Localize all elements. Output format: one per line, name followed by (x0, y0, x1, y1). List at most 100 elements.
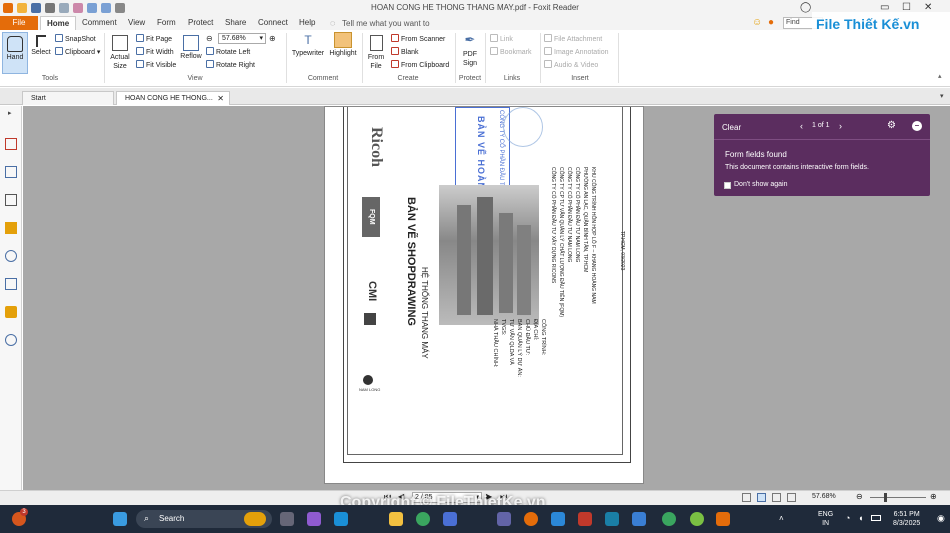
tab-connect[interactable]: Connect (252, 16, 294, 30)
clear-button[interactable]: Clear (722, 123, 741, 132)
taskbar-search[interactable]: ⌕ Search (136, 510, 272, 528)
layers-icon[interactable] (5, 194, 17, 206)
rotate-left-button[interactable]: Rotate Left (206, 47, 250, 56)
collapse-ribbon-icon[interactable]: ▴ (938, 72, 942, 80)
battery-icon[interactable] (871, 515, 881, 521)
tray-chevron-icon[interactable]: ˄ (779, 514, 784, 523)
image-annotation-button[interactable]: Image Annotation (544, 47, 609, 56)
tab-comment[interactable]: Comment (76, 16, 123, 30)
tab-home[interactable]: Home (40, 16, 77, 30)
foxit-taskbar-icon[interactable] (716, 512, 730, 526)
clock[interactable]: 6:51 PM 8/3/2025 (893, 510, 920, 528)
settings-gear-icon[interactable]: ⚙ (887, 120, 896, 131)
doc-tab-start[interactable]: Start (22, 91, 114, 105)
audio-video-button[interactable]: Audio & Video (544, 60, 598, 69)
from-scanner-button[interactable]: From Scanner (391, 34, 445, 43)
expand-sidebar-icon[interactable]: ▸ (8, 109, 12, 117)
teams-icon[interactable] (497, 512, 511, 526)
smiley-icon[interactable]: ☺ (752, 17, 762, 28)
doc-tab-current[interactable]: HOAN CONG HE THONG... ✕ (116, 91, 230, 105)
single-page-view-icon[interactable] (742, 493, 751, 502)
select-button[interactable]: Select (30, 32, 52, 56)
close-tab-icon[interactable]: ✕ (217, 92, 224, 105)
app-icon-4[interactable] (632, 512, 646, 526)
typewriter-button[interactable]: T Typewriter (290, 32, 326, 57)
chrome-icon[interactable] (416, 512, 430, 526)
link-label: Link (500, 36, 513, 43)
from-clipboard-button[interactable]: From Clipboard (391, 60, 449, 69)
tab-help[interactable]: Help (293, 16, 321, 30)
app-icon-1[interactable] (551, 512, 565, 526)
zoom-select[interactable]: 57.68% ▾ (218, 33, 266, 44)
link-button[interactable]: Link (490, 34, 513, 43)
fit-width-button[interactable]: Fit Width (136, 47, 174, 56)
zoom-out-status-icon[interactable]: ⊖ (856, 492, 863, 501)
next-notice-icon[interactable]: › (839, 121, 842, 131)
cover-view-icon[interactable] (787, 493, 796, 502)
fit-page-button[interactable]: Fit Page (136, 34, 172, 43)
search-document-icon[interactable] (5, 334, 17, 346)
tab-view[interactable]: View (122, 16, 151, 30)
security-lock-icon[interactable] (5, 306, 17, 318)
windows-start-icon[interactable] (113, 512, 127, 526)
dont-show-checkbox[interactable] (724, 182, 731, 189)
edge-icon[interactable] (334, 512, 348, 526)
wifi-icon[interactable]: ◔ (845, 513, 850, 523)
fit-visible-button[interactable]: Fit Visible (136, 60, 176, 69)
file-explorer-icon[interactable] (389, 512, 403, 526)
chrome-icon-2[interactable] (662, 512, 676, 526)
tell-me-input[interactable]: Tell me what you want to (342, 19, 430, 28)
tab-list-icon[interactable]: ▾ (940, 92, 944, 100)
volume-icon[interactable]: ◖ (858, 513, 863, 523)
clock-time: 6:51 PM (893, 511, 920, 518)
doc-tab-current-label: HOAN CONG HE THONG... (125, 95, 213, 102)
signatures-icon[interactable] (5, 278, 17, 290)
clipboard-button[interactable]: Clipboard ▾ (55, 47, 100, 56)
zoom-level[interactable]: 57.68% (812, 493, 836, 500)
taskbar: 3 ⌕ Search ˄ ENG IN ◔ ◖ 6:51 PM 8/3/2025… (0, 505, 950, 533)
task-view-icon[interactable] (280, 512, 294, 526)
app-icon-3[interactable] (605, 512, 619, 526)
zoom-slider-thumb[interactable] (884, 493, 887, 502)
skin-icon[interactable]: ● (768, 17, 774, 28)
highlight-button[interactable]: Highlight (328, 32, 358, 57)
prev-notice-icon[interactable]: ‹ (800, 121, 803, 131)
pdf-sign-button[interactable]: ✒ PDF Sign (459, 32, 481, 68)
group-label-insert: Insert (571, 75, 589, 82)
zoom-in-icon[interactable]: ⊕ (269, 34, 276, 43)
bookmarks-icon[interactable] (5, 138, 17, 150)
user-icon[interactable]: ◯ (800, 2, 811, 13)
collapse-notice-icon[interactable]: – (912, 121, 922, 131)
paint-icon[interactable] (524, 512, 538, 526)
app-icon-2[interactable] (578, 512, 592, 526)
tab-form[interactable]: Form (151, 16, 182, 30)
attachments-icon[interactable] (5, 250, 17, 262)
language-indicator[interactable]: ENG IN (818, 510, 833, 528)
fit-page-label: Fit Page (146, 36, 173, 43)
facing-view-icon[interactable] (772, 493, 781, 502)
value-ban-quan-ly: CÔNG TY CỔ PHẦN ĐẦU TƯ NAM LONG (566, 167, 572, 263)
comments-icon[interactable] (5, 222, 17, 234)
notifications-bell-icon[interactable]: ◉ (937, 513, 945, 524)
rotate-right-button[interactable]: Rotate Right (206, 60, 255, 69)
zoom-out-icon[interactable]: ⊖ (206, 34, 213, 43)
file-attachment-label: File Attachment (554, 36, 603, 43)
app-icon-5[interactable] (690, 512, 704, 526)
store-icon[interactable] (443, 512, 457, 526)
blank-button[interactable]: Blank (391, 47, 419, 56)
snapshot-button[interactable]: SnapShot (55, 34, 96, 43)
reflow-button[interactable]: Reflow (180, 32, 202, 60)
file-attachment-button[interactable]: File Attachment (544, 34, 602, 43)
copilot-icon[interactable] (307, 512, 321, 526)
continuous-view-icon[interactable] (757, 493, 766, 502)
from-file-button[interactable]: From File (364, 32, 388, 71)
bookmark-button[interactable]: Bookmark (490, 47, 532, 56)
zoom-in-status-icon[interactable]: ⊕ (930, 492, 937, 501)
tab-share[interactable]: Share (219, 16, 252, 30)
hand-button[interactable]: Hand (2, 32, 28, 74)
pages-icon[interactable] (5, 166, 17, 178)
zoom-slider-track[interactable] (870, 497, 926, 498)
tab-file[interactable]: File (0, 16, 38, 30)
actual-size-button[interactable]: Actual Size (108, 32, 132, 71)
tab-protect[interactable]: Protect (182, 16, 219, 30)
